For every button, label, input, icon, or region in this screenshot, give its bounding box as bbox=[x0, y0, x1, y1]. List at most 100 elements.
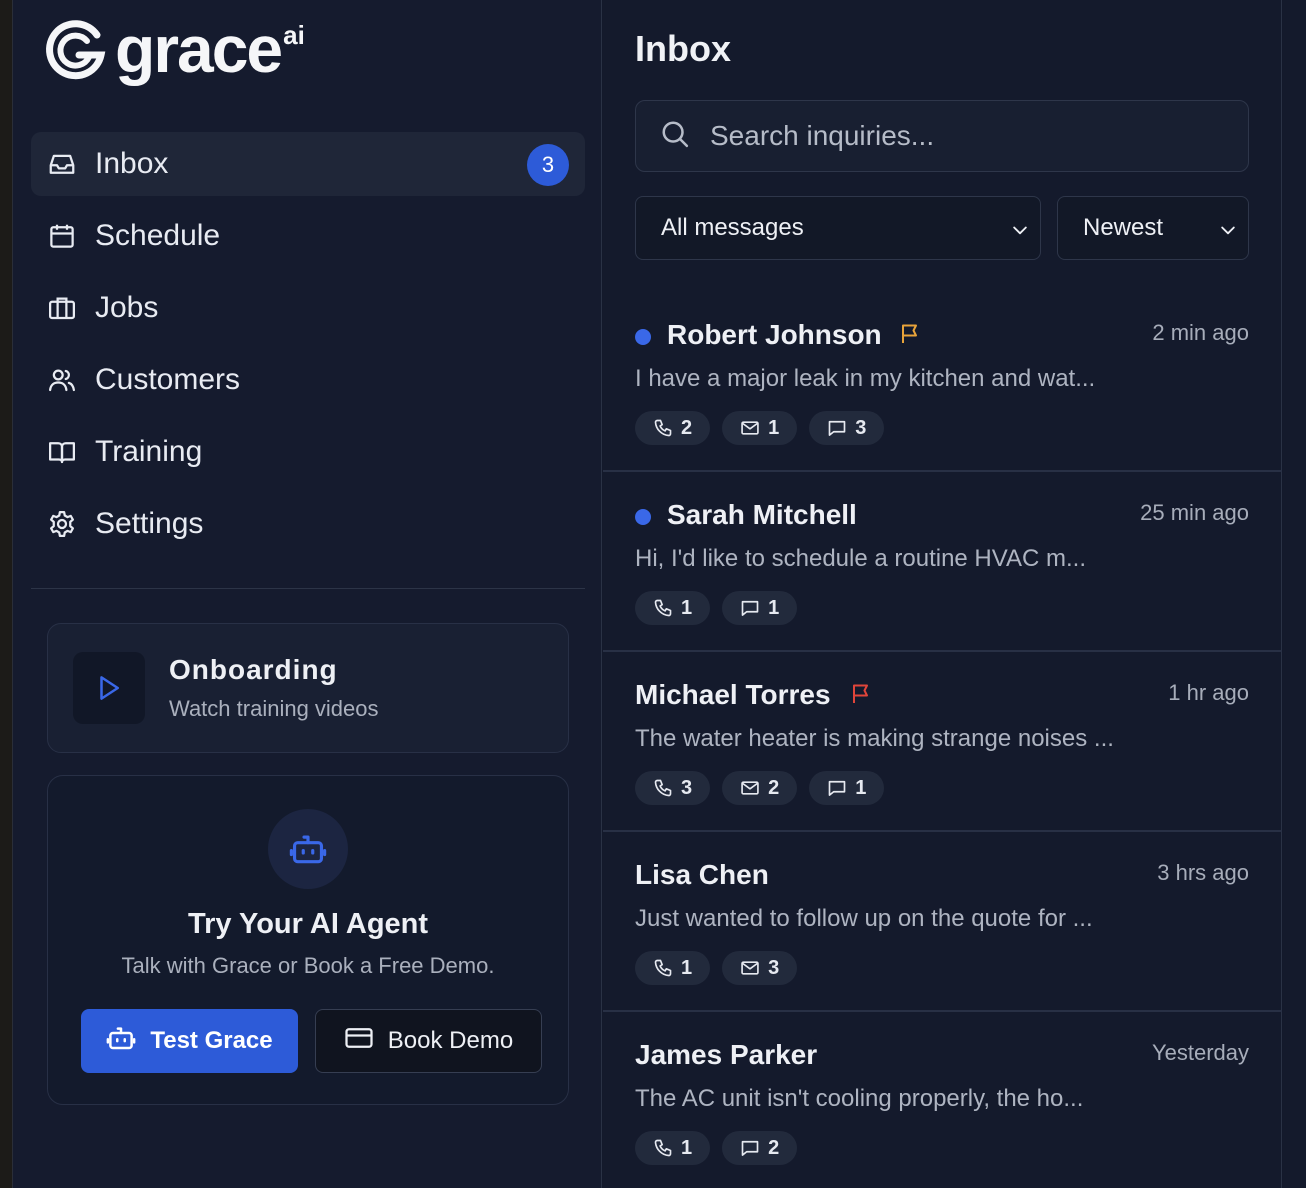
sender-name: Michael Torres bbox=[635, 679, 831, 710]
channel-counts: 1 3 bbox=[635, 951, 798, 985]
phone-icon bbox=[654, 959, 672, 977]
chat-count: 1 bbox=[768, 596, 780, 619]
book-demo-label: Book Demo bbox=[387, 1027, 514, 1054]
sidebar-item-label: Jobs bbox=[95, 291, 159, 324]
channel-counts: 1 1 bbox=[635, 591, 798, 625]
sender-name: James Parker bbox=[635, 1039, 818, 1070]
sidebar-item-label: Training bbox=[95, 435, 203, 468]
flag-icon[interactable] bbox=[849, 682, 873, 711]
chat-icon bbox=[828, 780, 846, 796]
unread-dot bbox=[635, 509, 651, 525]
sidebar-item-jobs[interactable]: Jobs bbox=[31, 276, 585, 340]
agent-title: Try Your AI Agent bbox=[187, 908, 429, 940]
email-count: 1 bbox=[768, 416, 780, 439]
sidebar-item-label: Schedule bbox=[95, 219, 221, 252]
call-count: 1 bbox=[681, 596, 693, 619]
message-preview: Hi, I'd like to schedule a routine HVAC … bbox=[635, 545, 1086, 572]
chevron-down-icon bbox=[1218, 219, 1238, 247]
email-count-chip: 1 bbox=[722, 411, 798, 445]
call-count-chip: 1 bbox=[635, 591, 711, 625]
sidebar-item-inbox[interactable]: Inbox 3 bbox=[31, 132, 585, 196]
chat-count: 3 bbox=[855, 416, 867, 439]
flag-icon[interactable] bbox=[898, 322, 922, 351]
sidebar-item-training[interactable]: Training bbox=[31, 420, 585, 484]
mail-icon bbox=[741, 781, 759, 795]
list-item[interactable]: Lisa Chen 3 hrs ago Just wanted to follo… bbox=[603, 832, 1282, 1012]
chat-count-chip: 1 bbox=[722, 591, 798, 625]
robot-icon bbox=[106, 1023, 136, 1060]
list-item[interactable]: Sarah Mitchell 25 min ago Hi, I'd like t… bbox=[603, 472, 1282, 652]
call-count: 1 bbox=[681, 956, 693, 979]
message-time: 1 hr ago bbox=[1168, 680, 1249, 705]
search-input[interactable]: Search inquiries... bbox=[635, 100, 1249, 172]
message-filter-select[interactable]: All messages bbox=[635, 196, 1041, 260]
call-count-chip: 3 bbox=[635, 771, 711, 805]
window-edge bbox=[0, 0, 13, 1188]
filter-value: All messages bbox=[661, 214, 804, 241]
agent-subtitle: Talk with Grace or Book a Free Demo. bbox=[121, 953, 495, 978]
onboarding-subtitle: Watch training videos bbox=[169, 696, 379, 721]
chevron-down-icon bbox=[1010, 219, 1030, 247]
chat-count: 2 bbox=[768, 1136, 780, 1159]
book-open-icon bbox=[47, 437, 77, 467]
sidebar-divider bbox=[31, 588, 585, 589]
sender-name: Lisa Chen bbox=[635, 859, 769, 890]
sender-name: Sarah Mitchell bbox=[667, 499, 857, 530]
sender-name: Robert Johnson bbox=[667, 319, 882, 350]
list-item[interactable]: Michael Torres 1 hr ago The water heater… bbox=[603, 652, 1282, 832]
unread-dot bbox=[635, 329, 651, 345]
call-count: 3 bbox=[681, 776, 693, 799]
chat-icon bbox=[741, 600, 759, 616]
chat-count: 1 bbox=[855, 776, 867, 799]
call-count: 1 bbox=[681, 1136, 693, 1159]
chat-icon bbox=[828, 420, 846, 436]
sidebar-item-label: Settings bbox=[95, 507, 204, 540]
gear-icon bbox=[47, 509, 77, 539]
sort-value: Newest bbox=[1083, 214, 1164, 241]
sidebar-item-schedule[interactable]: Schedule bbox=[31, 204, 585, 268]
mail-icon bbox=[741, 421, 759, 435]
brand-logo[interactable]: grace ai bbox=[45, 14, 305, 94]
inbox-count-badge: 3 bbox=[527, 144, 569, 186]
call-count-chip: 1 bbox=[635, 1131, 711, 1165]
email-count-chip: 3 bbox=[722, 951, 798, 985]
chat-count-chip: 3 bbox=[809, 411, 885, 445]
message-preview: The AC unit isn't cooling properly, the … bbox=[635, 1085, 1084, 1112]
phone-icon bbox=[654, 419, 672, 437]
brand-name: grace bbox=[115, 12, 283, 86]
list-item[interactable]: James Parker Yesterday The AC unit isn't… bbox=[603, 1012, 1282, 1188]
email-count: 3 bbox=[768, 956, 780, 979]
message-preview: I have a major leak in my kitchen and wa… bbox=[635, 365, 1096, 392]
onboarding-card[interactable]: Onboarding Watch training videos bbox=[47, 623, 569, 753]
mail-icon bbox=[741, 961, 759, 975]
sidebar: grace ai Inbox 3 Schedule Jobs Customers… bbox=[13, 0, 602, 1188]
test-grace-button[interactable]: Test Grace bbox=[81, 1009, 298, 1073]
call-count-chip: 2 bbox=[635, 411, 711, 445]
message-preview: The water heater is making strange noise… bbox=[635, 725, 1114, 752]
message-time: Yesterday bbox=[1151, 1040, 1249, 1065]
inbox-icon bbox=[47, 149, 77, 179]
sidebar-item-settings[interactable]: Settings bbox=[31, 492, 585, 556]
sidebar-item-customers[interactable]: Customers bbox=[31, 348, 585, 412]
brand-suffix: ai bbox=[283, 20, 305, 50]
channel-counts: 1 2 bbox=[635, 1131, 798, 1165]
message-time: 25 min ago bbox=[1140, 500, 1249, 525]
briefcase-icon bbox=[47, 293, 77, 323]
search-placeholder: Search inquiries... bbox=[710, 120, 935, 151]
phone-icon bbox=[654, 599, 672, 617]
list-item[interactable]: Robert Johnson 2 min ago I have a major … bbox=[603, 292, 1282, 472]
message-list: Robert Johnson 2 min ago I have a major … bbox=[603, 292, 1282, 1188]
window-edge-right bbox=[1283, 0, 1306, 1188]
onboarding-title: Onboarding bbox=[169, 654, 338, 685]
chat-count-chip: 2 bbox=[722, 1131, 798, 1165]
sort-select[interactable]: Newest bbox=[1057, 196, 1249, 260]
users-icon bbox=[47, 365, 77, 395]
call-count: 2 bbox=[681, 416, 693, 439]
search-icon bbox=[660, 119, 690, 154]
phone-icon bbox=[654, 779, 672, 797]
sidebar-item-label: Inbox bbox=[95, 147, 169, 180]
book-demo-button[interactable]: Book Demo bbox=[315, 1009, 542, 1073]
message-time: 3 hrs ago bbox=[1157, 860, 1249, 885]
phone-icon bbox=[654, 1139, 672, 1157]
email-count-chip: 2 bbox=[722, 771, 798, 805]
